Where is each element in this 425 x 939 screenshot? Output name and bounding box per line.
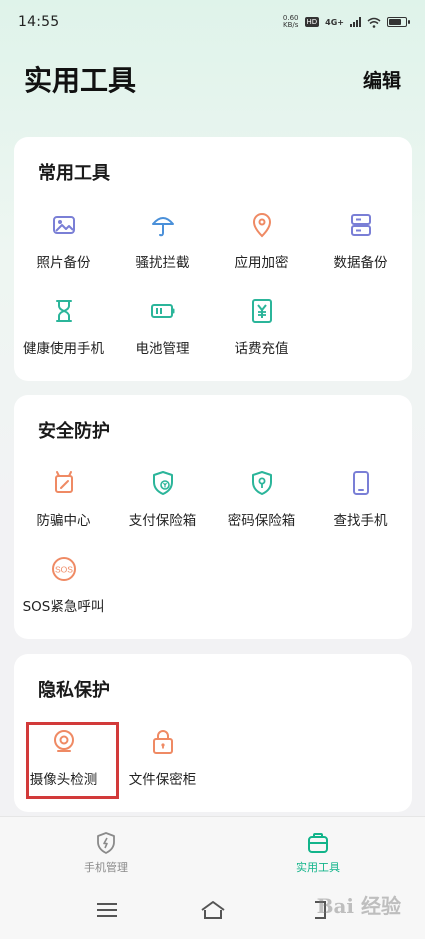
tool-label: 支付保险箱: [128, 513, 197, 529]
page-header: 实用工具 编辑: [0, 54, 425, 104]
status-bar: 14:55 0.60 KB/s HD 4G+: [0, 0, 425, 44]
umbrella-icon: [149, 211, 177, 239]
battery-level-fill: [389, 19, 401, 25]
tool-label: 防骗中心: [36, 513, 91, 529]
tool-find-phone[interactable]: 查找手机: [311, 463, 410, 537]
find-phone-icon: [347, 469, 375, 497]
status-icons: 0.60 KB/s HD 4G+: [283, 15, 410, 29]
tool-label: 电池管理: [135, 341, 190, 357]
tool-app-encrypt[interactable]: 应用加密: [212, 205, 311, 279]
anti-fraud-icon: [50, 469, 78, 497]
phone-manager-icon: [94, 831, 118, 855]
tool-password-vault[interactable]: 密码保险箱: [212, 463, 311, 537]
home-button[interactable]: [199, 898, 227, 922]
signal-icon: [350, 17, 361, 27]
status-time: 14:55: [18, 14, 60, 30]
tool-label: 文件保密柜: [128, 772, 197, 788]
highlight-box: [26, 722, 119, 799]
section-title: 常用工具: [38, 163, 110, 184]
password-shield-icon: [248, 469, 276, 497]
file-vault-icon: [149, 728, 177, 756]
tool-anti-fraud[interactable]: 防骗中心: [14, 463, 113, 537]
edit-button[interactable]: 编辑: [363, 66, 401, 93]
tool-sos-call[interactable]: SOS SOS紧急呼叫: [14, 549, 113, 623]
nav-utility-tools[interactable]: 实用工具: [212, 817, 424, 881]
battery-icon: [149, 297, 177, 325]
sos-icon: SOS: [50, 555, 78, 583]
toolbox-icon: [306, 831, 330, 855]
section-security: 安全防护 防骗中心 支付保险箱 密码保险箱 查找手机 SOS SOS紧急呼叫: [14, 395, 412, 639]
tool-label: 密码保险箱: [227, 513, 296, 529]
yuan-recharge-icon: [248, 297, 276, 325]
tool-file-vault[interactable]: 文件保密柜: [113, 722, 212, 796]
tool-healthy-usage[interactable]: 健康使用手机: [14, 291, 113, 365]
tool-label: 话费充值: [234, 341, 289, 357]
tool-battery-manage[interactable]: 电池管理: [113, 291, 212, 365]
photo-backup-icon: [50, 211, 78, 239]
tool-label: 应用加密: [234, 255, 289, 271]
tool-label: 健康使用手机: [23, 341, 104, 357]
bottom-nav: 手机管理 实用工具: [0, 816, 425, 881]
tool-label: SOS紧急呼叫: [22, 599, 105, 615]
home-icon: [201, 901, 225, 919]
section-title: 隐私保护: [38, 680, 110, 701]
svg-text:SOS: SOS: [55, 565, 73, 575]
nav-label: 手机管理: [84, 861, 128, 874]
section-common-tools: 常用工具 照片备份 骚扰拦截 应用加密 数据备份 健康使用手机 电池管理 话费充…: [14, 137, 412, 381]
page-title: 实用工具: [24, 64, 137, 97]
nav-label: 实用工具: [296, 861, 340, 874]
menu-button[interactable]: [93, 898, 121, 922]
tool-label: 骚扰拦截: [135, 255, 190, 271]
tool-photo-backup[interactable]: 照片备份: [14, 205, 113, 279]
menu-icon: [97, 903, 117, 917]
battery-icon: [387, 17, 410, 27]
watermark: Bai 经验: [316, 894, 401, 918]
tool-harassment-block[interactable]: 骚扰拦截: [113, 205, 212, 279]
tool-data-backup[interactable]: 数据备份: [311, 205, 410, 279]
app-lock-icon: [248, 211, 276, 239]
nav-phone-manager[interactable]: 手机管理: [0, 817, 212, 881]
hd-badge: HD: [304, 17, 320, 27]
wifi-icon: [367, 17, 381, 28]
tool-phone-recharge[interactable]: 话费充值: [212, 291, 311, 365]
network-speed-unit: KB/s: [283, 21, 299, 29]
network-type: 4G+: [325, 17, 344, 27]
payment-shield-icon: [149, 469, 177, 497]
tool-label: 照片备份: [36, 255, 91, 271]
network-speed: 0.60 KB/s: [283, 15, 299, 29]
data-backup-icon: [347, 211, 375, 239]
tool-label: 查找手机: [333, 513, 388, 529]
hourglass-icon: [50, 297, 78, 325]
section-title: 安全防护: [38, 421, 110, 442]
tool-label: 数据备份: [333, 255, 388, 271]
tool-payment-vault[interactable]: 支付保险箱: [113, 463, 212, 537]
